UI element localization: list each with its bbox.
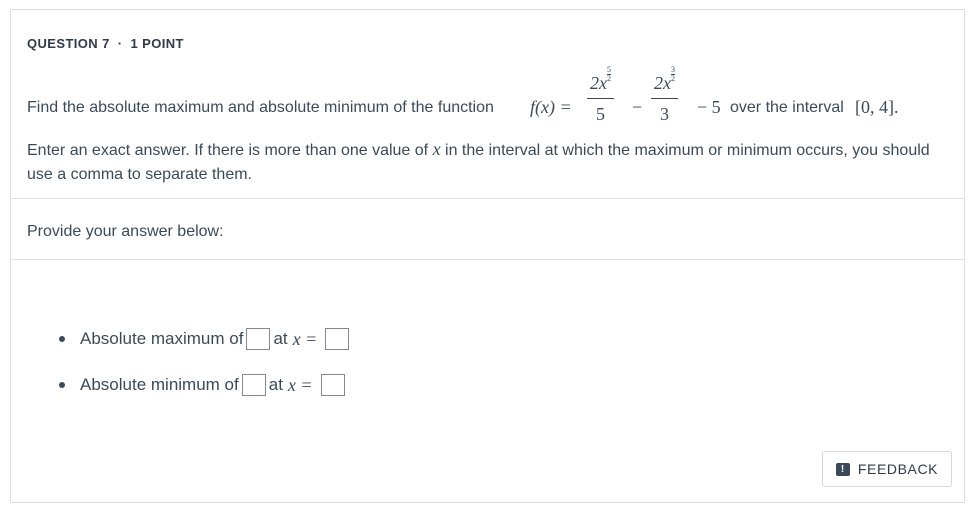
term2-exp-num: 3 [671, 65, 675, 74]
answer-row-maximum: Absolute maximum of at x = [59, 328, 352, 350]
question-card: QUESTION 7 · 1 POINT Find the absolute max… [10, 9, 965, 503]
fraction-bar-2 [651, 98, 678, 99]
term1-denominator: 5 [596, 104, 605, 124]
term2-coef: 2x [654, 73, 671, 93]
min-x-label: x = [287, 374, 313, 395]
question-points: 1 POINT [130, 36, 184, 51]
bullet [59, 336, 65, 342]
question-number: QUESTION 7 [27, 36, 110, 51]
min-x-input[interactable] [320, 374, 345, 396]
fraction-term-1: 2x5 2 5 [587, 66, 614, 124]
term2-exponent: 32 [671, 66, 675, 83]
answer-prompt: Provide your answer below: [27, 223, 224, 240]
interval-value: [0, 4]. [855, 97, 899, 117]
fraction-bar-1 [587, 98, 614, 99]
minus-sign: − [632, 97, 643, 117]
term1-exp-num: 5 [607, 65, 611, 74]
max-x-input[interactable] [325, 328, 350, 350]
max-value-input[interactable] [246, 328, 271, 350]
min-value-input[interactable] [241, 374, 266, 396]
max-label: Absolute maximum of [80, 329, 244, 348]
interval-text: over the interval [730, 99, 844, 116]
fraction-term-2: 2x3 2 3 [651, 66, 678, 124]
function-name: f(x) = [530, 97, 572, 117]
feedback-label: FEEDBACK [857, 461, 939, 477]
question-header: QUESTION 7 · 1 POINT [27, 36, 184, 51]
bullet [59, 382, 65, 388]
term1-exponent: 52 [607, 66, 611, 83]
term1-coef: 2x [590, 73, 607, 93]
feedback-button[interactable]: ! FEEDBACK [822, 451, 952, 487]
max-at-label: at [273, 329, 288, 348]
min-at-label: at [268, 375, 283, 394]
constant-term: − 5 [697, 97, 721, 117]
instruction-text: Enter an exact answer. If there is more … [27, 137, 947, 187]
term1-exp-den: 2 [607, 74, 611, 83]
min-label: Absolute minimum of [80, 375, 239, 394]
feedback-icon: ! [835, 462, 850, 476]
header-separator: · [117, 36, 123, 51]
question-lead: Find the absolute maximum and absolute m… [27, 99, 494, 116]
instruction-variable: x [432, 139, 441, 159]
divider-bottom [11, 259, 964, 260]
term2-exp-den: 2 [671, 74, 675, 83]
term2-denominator: 3 [660, 104, 669, 124]
divider-top [11, 198, 964, 199]
max-x-label: x = [292, 328, 318, 349]
instruction-pre: Enter an exact answer. If there is more … [27, 142, 429, 159]
answer-row-minimum: Absolute minimum of at x = [59, 374, 348, 396]
